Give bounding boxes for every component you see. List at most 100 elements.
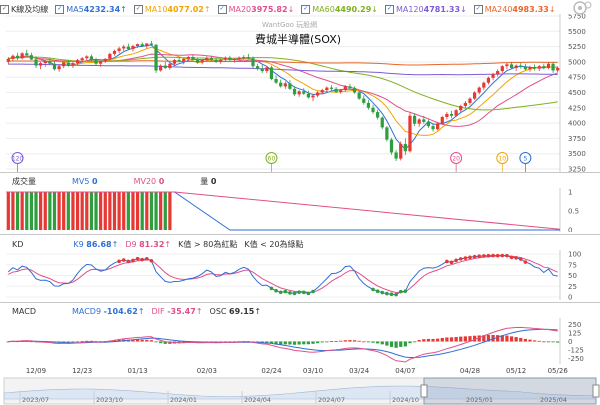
candle-body	[163, 65, 167, 69]
checkbox-icon[interactable]: ✓	[301, 4, 311, 14]
osc-bar	[362, 341, 366, 343]
price-tick-label: 3750	[568, 135, 586, 143]
candle-body	[43, 61, 47, 64]
date-tick-label: 01/13	[127, 367, 147, 375]
volume-bar	[94, 192, 98, 230]
volume-bar	[122, 192, 126, 230]
osc-bar	[145, 339, 149, 342]
ma-legend-ma240[interactable]: ✓ MA240 4983.33 ↓	[473, 4, 556, 14]
candle-body	[283, 83, 287, 87]
candle-body	[371, 107, 375, 113]
osc-bar	[459, 336, 463, 342]
osc-bar	[551, 341, 555, 343]
volume-bar	[62, 192, 66, 230]
mv20-line	[6, 191, 561, 230]
candle-body	[131, 45, 135, 50]
candle-body	[219, 59, 223, 62]
kd-red-dot	[131, 258, 135, 263]
kd-red-dot	[145, 256, 149, 261]
volume-bar	[154, 192, 158, 230]
osc-bar	[394, 341, 398, 348]
macd-tick-label: -125	[568, 347, 584, 355]
macd9-legend: MACD9 -104.62 ↑	[71, 306, 145, 316]
osc-bar	[422, 339, 426, 342]
osc-bar	[519, 337, 523, 342]
checkbox-icon[interactable]: ✓	[133, 4, 143, 14]
candle-body	[29, 55, 34, 60]
kd-chart: 100 75 50 25 0	[6, 250, 581, 300]
checkbox-icon[interactable]: ✓	[55, 4, 65, 14]
volume-bar	[29, 192, 34, 230]
candle-body	[528, 67, 532, 70]
watermark: WantGoo 玩股網	[262, 21, 318, 29]
ma-legend-ma60[interactable]: ✓ MA60 4490.29 ↓	[301, 4, 378, 14]
kd-red-dot	[500, 253, 505, 258]
osc-bar	[436, 338, 440, 342]
kd-red-dot	[491, 253, 495, 258]
osc-bar	[514, 337, 518, 342]
candle-body	[195, 59, 200, 63]
kd-tick-label: 50	[568, 272, 577, 280]
candle-body	[389, 139, 394, 153]
volume-bar	[140, 192, 144, 230]
osc-bar	[352, 340, 357, 342]
candle-body	[514, 65, 518, 69]
osc-bar	[380, 341, 384, 345]
price-tick-label: 4500	[568, 89, 586, 97]
checkbox-icon[interactable]: ✓	[473, 4, 483, 14]
kd-red-dot	[505, 253, 509, 258]
candle-body	[242, 57, 246, 59]
osc-bar	[288, 341, 292, 345]
ma-legend-ma10[interactable]: ✓ MA10 4077.02 ↑	[133, 4, 211, 14]
volume-tick-label: 1	[568, 189, 572, 197]
candle-body	[417, 119, 421, 124]
candle-body	[292, 88, 297, 95]
price-tick-label: 5000	[568, 58, 586, 66]
candle-body	[556, 68, 560, 71]
checkbox-icon[interactable]: ✓	[384, 4, 394, 14]
checkbox-icon[interactable]: ✓	[217, 4, 227, 14]
osc-bar	[71, 341, 75, 343]
ma-legend-ma20[interactable]: ✓ MA20 3975.82 ↓	[217, 4, 294, 14]
navigator-label: 2024/04	[244, 396, 271, 404]
price-tick-label: 4250	[568, 104, 586, 112]
candle-body	[20, 53, 24, 59]
kd-green-dot	[292, 291, 297, 296]
osc-bar	[75, 341, 80, 343]
divider	[0, 302, 600, 303]
osc-bar	[389, 341, 394, 347]
price-tick-label: 3500	[568, 150, 586, 158]
osc-bar	[311, 341, 315, 344]
navigator-label: 2023/10	[96, 396, 123, 404]
candle-body	[509, 64, 514, 69]
osc-bar	[463, 336, 467, 342]
kd-red-dot	[449, 260, 454, 265]
candle-body	[537, 66, 541, 69]
overview-navigator[interactable]: 2023/07 2023/10 2024/01 2024/04 2024/07 2024/…	[0, 377, 600, 405]
osc-bar	[339, 340, 343, 342]
volume-bar	[48, 192, 52, 230]
volume-bar	[159, 192, 163, 230]
ma-legend-items: ✓ MA5 4232.34 ↑ ✓ MA10 4077.02 ↑ ✓ MA20 3975.82…	[55, 4, 562, 14]
settings-gear-icon[interactable]	[566, 0, 594, 16]
candle-body	[472, 92, 477, 99]
kd-red-dot	[495, 253, 500, 258]
candle-body	[380, 117, 384, 128]
checkbox-icon[interactable]: ✓	[0, 4, 9, 14]
candle-body	[403, 143, 407, 152]
candle-body	[436, 123, 440, 130]
ma-legend-ma5[interactable]: ✓ MA5 4232.34 ↑	[55, 4, 127, 14]
date-tick-label: 04/28	[460, 367, 480, 375]
date-axis: 12/09 12/23 01/13 02/03 02/24 03/10 03/24 04/07…	[26, 367, 568, 375]
candle-body	[62, 62, 66, 67]
navigator-handle-right	[592, 384, 600, 398]
osc-bar	[334, 340, 338, 342]
divider	[0, 234, 600, 235]
candle-body	[15, 55, 20, 59]
osc-bar	[523, 338, 527, 342]
ma-marker-label: 60	[268, 155, 276, 162]
kd-green-dot	[283, 289, 288, 294]
ma-legend-ma120[interactable]: ✓ MA120 4781.33 ↓	[384, 4, 467, 14]
osc-bar	[417, 340, 421, 342]
volume-bar	[85, 192, 89, 230]
